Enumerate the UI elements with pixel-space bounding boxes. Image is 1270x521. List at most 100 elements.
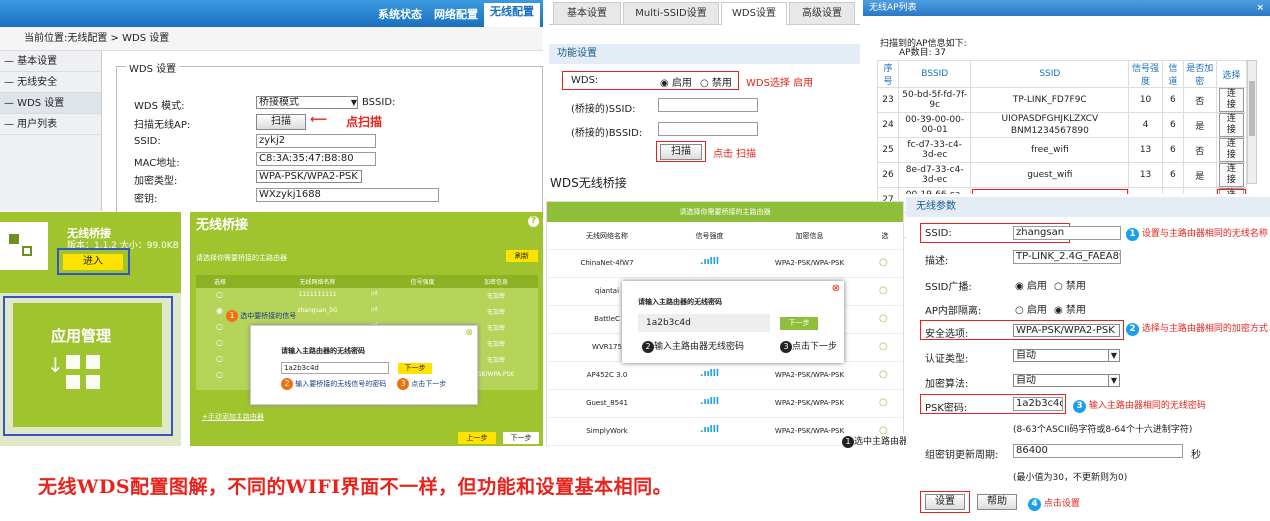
bridged-ssid-label: (桥接的)SSID: [571, 104, 636, 115]
connect-link[interactable]: 连接 [1218, 138, 1244, 162]
modal-next-button[interactable]: 下一步 [398, 363, 432, 374]
wizard-radio[interactable]: ○ [216, 322, 223, 331]
psk-hint: (8-63个ASCII码字符或8-64个十六进制字符) [1013, 425, 1193, 435]
wizard-radio[interactable]: ○ [216, 290, 223, 299]
connect-button[interactable]: 连接 [1215, 87, 1248, 113]
step2-note: 2 输入要桥接的无线信号的密码 [281, 378, 386, 390]
ssid-label: SSID: [134, 136, 161, 147]
auth-label: 认证类型: [925, 354, 969, 365]
nav-system-status[interactable]: 系统状态 [378, 6, 422, 22]
ap-col-header: 序号 [876, 60, 900, 88]
bridge-app-icon [0, 222, 48, 270]
ap-list-title: 无线AP列表 [869, 3, 917, 13]
security-select[interactable]: WPA-PSK/WPA2-PSK [1013, 324, 1120, 337]
sidebar-item-security[interactable]: — 无线安全 [0, 72, 101, 93]
key-input[interactable]: WXzykj1688 [256, 188, 439, 202]
sidebar-item-wds[interactable]: — WDS 设置 [0, 93, 101, 114]
p6-next-button[interactable]: 下一步 [780, 317, 818, 330]
wizard-radio[interactable]: ○ [216, 338, 223, 347]
wizard-radio[interactable]: ◉ [216, 306, 223, 315]
p6-col-header: 加密信息 [795, 232, 824, 240]
psk-input[interactable]: 1a2b3c4d [1013, 397, 1063, 411]
scan-button[interactable]: 扫描 [256, 114, 306, 130]
wizard-col-header: 信号强度 [410, 279, 435, 286]
auth-select[interactable]: 自动 ▼ [1013, 349, 1120, 362]
tab-basic[interactable]: 基本设置 [553, 2, 621, 24]
renew-input[interactable]: 86400 [1013, 444, 1183, 458]
ap-row: 23 50-bd-5f-fd-7f-9c TP-LINK_FD7F9C 10 6 否连接 [876, 87, 1248, 113]
connect-button[interactable]: 连接 [1215, 162, 1248, 188]
connect-button[interactable]: 连接 [1215, 112, 1248, 138]
ap-cell: 是 [1182, 112, 1217, 138]
wizard-radio[interactable]: ○ [216, 354, 223, 363]
bridged-bssid-input[interactable] [658, 122, 758, 136]
wds-on-radio[interactable]: ◉ 启用 [660, 74, 692, 89]
signal-icon: .ıılll [700, 369, 719, 379]
p6-modal-title: 请输入主路由器的无线密码 [638, 298, 722, 306]
desc-input[interactable]: TP-LINK_2.4G_FAEA89 [1013, 250, 1121, 264]
app-mgmt-tile[interactable]: 应用管理 ↓ [13, 303, 162, 427]
tab-wds[interactable]: WDS设置 [721, 2, 787, 25]
wizard-radio[interactable]: ○ [216, 370, 223, 379]
ap-cell: UIOPASDFGHJKLZXCV BNM1234567890 [970, 112, 1130, 138]
p6-radio[interactable]: ○ [879, 341, 888, 352]
p6-password-input[interactable]: 1a2b3c4d [638, 314, 770, 332]
wizard-prompt: 请选择你需要桥接的主路由器 [196, 254, 287, 262]
ssid-input[interactable]: zykj2 [256, 134, 376, 148]
ap-cell: fc-d7-33-c4-3d-ec [898, 137, 972, 163]
nav-network-config[interactable]: 网络配置 [434, 6, 478, 22]
bridged-ssid-input[interactable] [658, 98, 758, 112]
ap-cell: 6 [1161, 112, 1184, 138]
connect-link[interactable]: 连接 [1218, 88, 1244, 112]
refresh-button[interactable]: 刷新 [506, 250, 538, 262]
isolation-on-radio[interactable]: ○ 启用 [1015, 301, 1047, 316]
sidebar-item-basic[interactable]: — 基本设置 [0, 51, 101, 72]
p6-row[interactable]: ChinaNet-4fW7 .ıılll WPA2-PSK/WPA-PSK ○ [547, 250, 903, 278]
enter-button[interactable]: 进入 [63, 254, 123, 270]
prev-button[interactable]: 上一步 [458, 432, 496, 444]
renew-hint: (最小值为30，不更新则为0) [1013, 473, 1128, 483]
broadcast-off-radio[interactable]: ○ 禁用 [1054, 277, 1086, 292]
tab-multi-ssid[interactable]: Multi-SSID设置 [623, 2, 719, 24]
tab-advanced[interactable]: 高级设置 [789, 2, 855, 24]
signal-icon: .ıılll [700, 425, 719, 435]
enc-select[interactable]: WPA-PSK/WPA2-PSK▼ [256, 170, 362, 183]
modal-close-icon[interactable]: ⊗ [465, 328, 473, 338]
close-icon[interactable]: × [1256, 0, 1264, 16]
next-step-button[interactable]: 下一步 [503, 432, 539, 444]
nav-wireless-config[interactable]: 无线配置 [484, 3, 540, 27]
mode-select[interactable]: 桥接模式 ▼ [256, 96, 358, 109]
help-icon[interactable]: ? [528, 216, 539, 227]
p6-radio[interactable]: ○ [879, 313, 888, 324]
algorithm-select[interactable]: 自动 ▼ [1013, 374, 1120, 387]
p6-radio[interactable]: ○ [879, 369, 888, 380]
ap-cell: 23 [876, 87, 900, 113]
ap-cell: 否 [1182, 87, 1217, 113]
p6-row[interactable]: Guest_8541 .ıılll WPA2-PSK/WPA-PSK ○ [547, 390, 903, 418]
mac-input[interactable]: C8:3A:35:47:B8:80 [256, 152, 376, 166]
p6-radio[interactable]: ○ [879, 257, 888, 268]
connect-link[interactable]: 连接 [1218, 163, 1244, 187]
wizard-col-header: 无线网络名称 [299, 279, 336, 286]
p6-row[interactable]: AP452C 3.0 .ıılll WPA2-PSK/WPA-PSK ○ [547, 362, 903, 390]
security-label: 安全选项: [925, 329, 969, 340]
save-button[interactable]: 设置 [925, 494, 965, 510]
broadcast-on-radio[interactable]: ◉ 启用 [1015, 277, 1047, 292]
modal-password-input[interactable]: 1a2b3c4d [281, 362, 389, 374]
add-manual-link[interactable]: +手动添加主路由器 [202, 412, 264, 422]
ap-col-header: BSSID [898, 60, 972, 88]
p6-radio[interactable]: ○ [879, 285, 888, 296]
isolation-off-radio[interactable]: ◉ 禁用 [1054, 301, 1086, 316]
wds-off-radio[interactable]: ○ 禁用 [700, 74, 732, 89]
p6-modal-close-icon[interactable]: ⊗ [832, 283, 840, 294]
connect-button[interactable]: 连接 [1215, 137, 1248, 163]
ap-col-header: 信号强度 [1128, 60, 1163, 88]
ap-list-scrollbar[interactable] [1247, 60, 1257, 184]
sidebar-item-users[interactable]: — 用户列表 [0, 114, 101, 135]
p6-radio[interactable]: ○ [879, 397, 888, 408]
p7-ssid-input[interactable]: zhangsan [1013, 226, 1121, 240]
help-button[interactable]: 帮助 [977, 494, 1017, 510]
p2-scan-button[interactable]: 扫描 [660, 144, 702, 160]
connect-link[interactable]: 连接 [1218, 113, 1244, 137]
scan-label: 扫描无线AP: [134, 120, 191, 131]
